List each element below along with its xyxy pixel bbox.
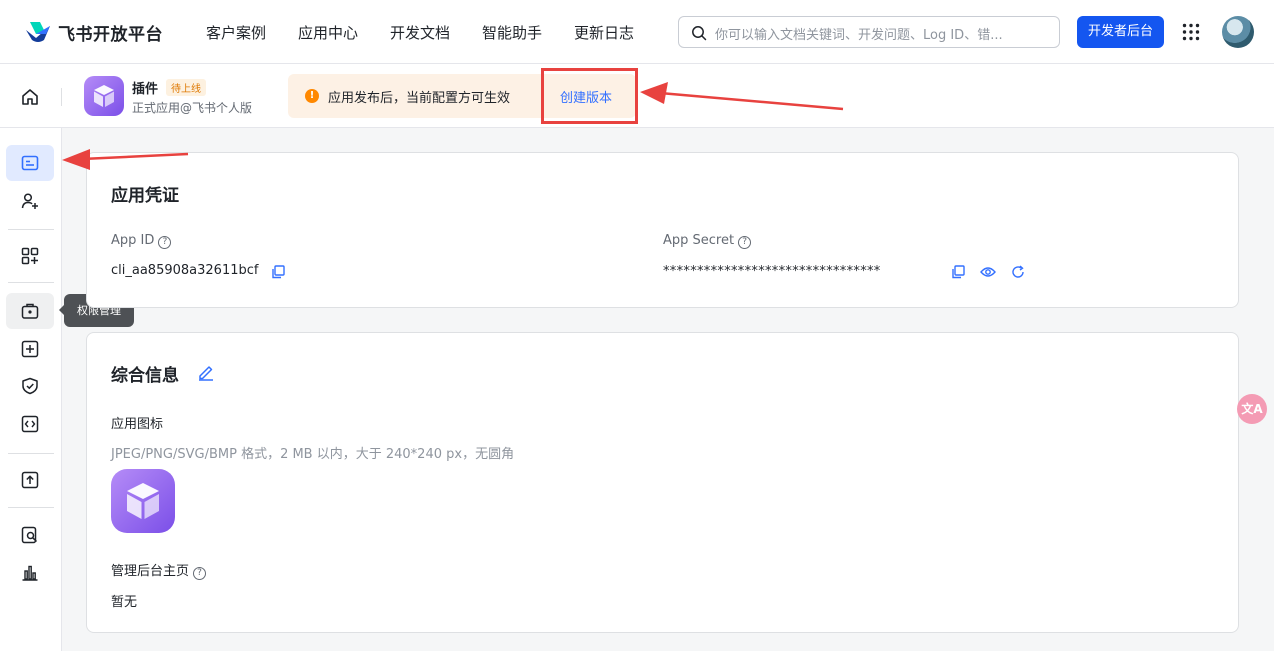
sidebar-item-code[interactable]	[6, 406, 54, 442]
credentials-title: 应用凭证	[111, 186, 179, 206]
notice-text: 应用发布后，当前配置方可生效	[328, 91, 511, 106]
app-subtitle: 正式应用@飞书个人版	[132, 101, 253, 115]
brand-title[interactable]: 飞书开放平台	[58, 20, 163, 45]
sidebar-item-permissions[interactable]	[6, 293, 54, 329]
shield-check-icon	[22, 377, 38, 395]
sidebar-divider	[8, 453, 54, 454]
add-box-icon	[21, 340, 39, 358]
app-secret-label-text: App Secret	[663, 233, 735, 248]
credentials-card: 应用凭证 App ID? cli_aa85908a32611bcf App Se…	[86, 152, 1239, 308]
app-name: 插件	[132, 82, 159, 97]
upload-icon	[21, 471, 39, 489]
copy-icon[interactable]	[951, 265, 965, 279]
homepage-label-text: 管理后台主页	[111, 564, 190, 579]
nav-smart-assistant[interactable]: 智能助手	[482, 22, 542, 43]
nav-customer-cases[interactable]: 客户案例	[206, 22, 266, 43]
homepage-label: 管理后台主页?	[111, 560, 207, 580]
code-icon	[21, 415, 39, 433]
briefcase-lock-icon	[21, 303, 39, 319]
nav-app-center[interactable]: 应用中心	[298, 22, 358, 43]
app-cube-icon	[84, 76, 124, 116]
app-secret-value: ********************************	[663, 264, 881, 279]
add-feature-icon	[21, 247, 39, 265]
top-navigation-bar: 飞书开放平台 客户案例 应用中心 开发文档 智能助手 更新日志 你可以输入文档关…	[0, 0, 1274, 64]
user-avatar[interactable]	[1222, 16, 1254, 48]
help-icon[interactable]: ?	[193, 567, 207, 580]
create-version-link[interactable]: 创建版本	[560, 87, 612, 106]
general-info-title: 综合信息	[111, 366, 179, 386]
sidebar-item-credentials[interactable]	[6, 145, 54, 181]
refresh-icon[interactable]	[1011, 265, 1025, 279]
sidebar	[0, 128, 62, 651]
search-input[interactable]: 你可以输入文档关键词、开发问题、Log ID、错...	[678, 16, 1060, 48]
sidebar-item-features[interactable]	[6, 238, 54, 274]
help-icon[interactable]: ?	[158, 236, 172, 249]
sidebar-item-analytics[interactable]	[6, 555, 54, 591]
bar-chart-icon	[22, 565, 38, 581]
sidebar-item-logs[interactable]	[6, 517, 54, 553]
divider	[61, 88, 62, 106]
copy-icon[interactable]	[271, 265, 285, 279]
sidebar-divider	[8, 282, 54, 283]
sidebar-item-events[interactable]	[6, 331, 54, 367]
app-icon-hint: JPEG/PNG/SVG/BMP 格式，2 MB 以内，大于 240*240 p…	[111, 447, 515, 462]
help-icon[interactable]: ?	[738, 236, 752, 249]
feishu-logo-icon	[26, 22, 50, 42]
home-icon[interactable]	[20, 87, 40, 107]
warning-icon: !	[305, 89, 319, 103]
homepage-value: 暂无	[111, 595, 138, 610]
edit-icon[interactable]	[197, 363, 215, 381]
eye-icon[interactable]	[980, 265, 996, 279]
translate-icon[interactable]: 文A	[1237, 394, 1267, 424]
app-id-label: App ID?	[111, 233, 172, 249]
sidebar-item-security[interactable]	[6, 368, 54, 404]
app-icon-label: 应用图标	[111, 417, 164, 432]
search-doc-icon	[21, 526, 38, 544]
add-user-icon	[21, 193, 38, 209]
sidebar-divider	[8, 229, 54, 230]
search-icon	[692, 26, 707, 41]
app-id-label-text: App ID	[111, 233, 155, 248]
app-secret-label: App Secret?	[663, 233, 752, 249]
sidebar-item-members[interactable]	[6, 183, 54, 219]
sidebar-item-publish[interactable]	[6, 462, 54, 498]
status-badge: 待上线	[166, 79, 206, 96]
app-cube-icon-large[interactable]	[111, 469, 175, 533]
apps-grid-icon[interactable]	[1182, 23, 1200, 41]
sidebar-divider	[8, 507, 54, 508]
app-id-value: cli_aa85908a32611bcf	[111, 263, 259, 278]
nav-dev-docs[interactable]: 开发文档	[390, 22, 450, 43]
general-info-card: 综合信息 应用图标 JPEG/PNG/SVG/BMP 格式，2 MB 以内，大于…	[86, 332, 1239, 633]
info-card-icon	[21, 155, 39, 171]
nav-changelog[interactable]: 更新日志	[574, 22, 634, 43]
developer-console-button[interactable]: 开发者后台	[1077, 16, 1164, 48]
search-placeholder: 你可以输入文档关键词、开发问题、Log ID、错...	[715, 28, 1003, 43]
